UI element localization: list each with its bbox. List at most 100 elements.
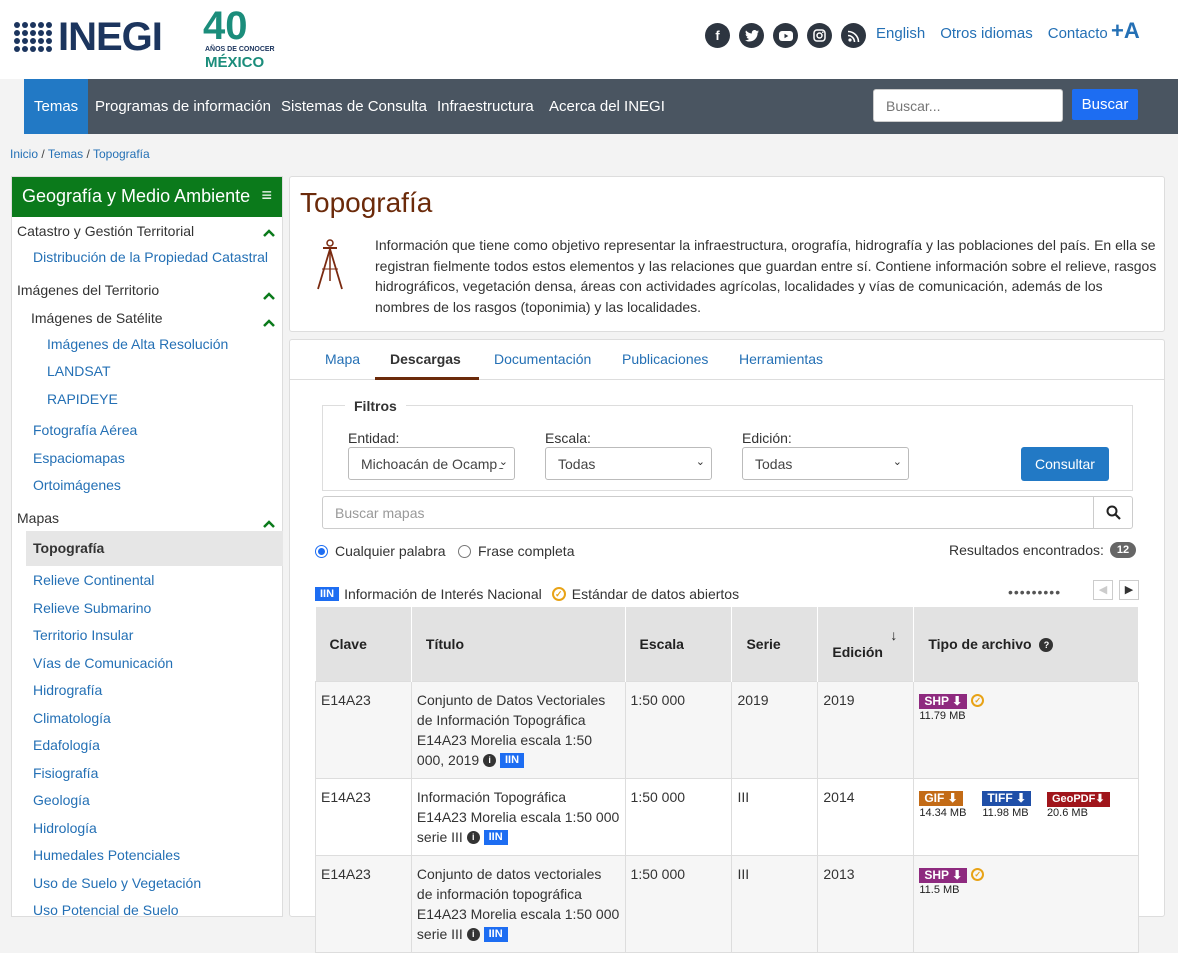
tab-active-indicator xyxy=(375,377,479,380)
sidebar-item-hidrografia[interactable]: Hidrografía xyxy=(33,682,303,698)
nav-item-temas[interactable]: Temas xyxy=(24,79,89,134)
nav-item-infraestructura[interactable]: Infraestructura xyxy=(427,79,544,134)
nav-item-sistemas[interactable]: Sistemas de Consulta xyxy=(271,79,437,134)
chevron-up-icon[interactable] xyxy=(263,314,275,332)
tab-descargas[interactable]: Descargas xyxy=(390,351,461,367)
file-download-shp[interactable]: SHP ⬇ ✓ 11.5 MB xyxy=(919,864,985,896)
chevron-up-icon[interactable] xyxy=(263,515,275,533)
sidebar-item-geologia[interactable]: Geología xyxy=(33,792,303,808)
table-row[interactable]: E14A23 Conjunto de Datos Vectoriales de … xyxy=(315,680,1139,779)
tab-publicaciones[interactable]: Publicaciones xyxy=(622,351,708,367)
file-size: 11.98 MB xyxy=(982,806,1029,819)
shp-badge[interactable]: SHP ⬇ xyxy=(919,867,968,883)
sidebar-item-relieve-continental[interactable]: Relieve Continental xyxy=(33,572,303,588)
radio-off-icon xyxy=(458,544,471,558)
file-download-tiff[interactable]: TIFF ⬇ 11.98 MB xyxy=(982,787,1032,819)
map-search-button[interactable] xyxy=(1093,496,1133,529)
consultar-button[interactable]: Consultar xyxy=(1021,447,1109,481)
breadcrumb-topografia[interactable]: Topografía xyxy=(93,147,150,161)
sidebar-item-alta-resolucion[interactable]: Imágenes de Alta Resolución xyxy=(47,336,317,352)
cell-edicion: 2019 xyxy=(817,680,915,779)
intro-description: Información que tiene como objetivo repr… xyxy=(375,237,1157,315)
sidebar-item-humedales[interactable]: Humedales Potenciales xyxy=(33,847,303,863)
breadcrumb-temas[interactable]: Temas xyxy=(48,147,83,161)
pager-prev-button[interactable]: ◀ xyxy=(1093,580,1113,600)
file-download-gif[interactable]: GIF ⬇ 14.34 MB xyxy=(919,787,966,819)
info-icon[interactable]: i xyxy=(466,928,480,942)
table-row[interactable]: E14A23 Información Topográfica E14A23 Mo… xyxy=(315,777,1139,856)
search-button[interactable]: Buscar xyxy=(1072,89,1138,120)
sidebar-item-ortoimagenes[interactable]: Ortoimágenes xyxy=(33,477,303,493)
sidebar-item-territorio-insular[interactable]: Territorio Insular xyxy=(33,627,303,643)
sidebar-item-climatologia[interactable]: Climatología xyxy=(33,710,303,726)
youtube-icon[interactable] xyxy=(773,23,798,48)
entidad-select[interactable]: Michoacán de Ocampo ⌄ xyxy=(348,447,515,480)
edicion-select[interactable]: Todas ⌄ xyxy=(742,447,909,480)
sidebar-item-uso-potencial[interactable]: Uso Potencial de Suelo xyxy=(33,902,303,918)
chevron-up-icon[interactable] xyxy=(263,287,275,305)
geopdf-badge[interactable]: GeoPDF⬇ xyxy=(1046,791,1110,807)
info-icon[interactable]: i xyxy=(483,754,497,768)
sidebar-item-hidrologia[interactable]: Hidrología xyxy=(33,820,303,836)
th-serie[interactable]: Serie xyxy=(731,607,819,681)
help-icon[interactable]: ? xyxy=(1039,637,1054,652)
nav-item-acerca[interactable]: Acerca del INEGI xyxy=(539,79,675,134)
search-input[interactable] xyxy=(873,89,1063,122)
sidebar-item-landsat[interactable]: LANDSAT xyxy=(47,363,317,379)
english-link[interactable]: English xyxy=(876,25,925,42)
breadcrumb-inicio[interactable]: Inicio xyxy=(10,147,38,161)
sidebar-item-edafologia[interactable]: Edafología xyxy=(33,737,303,753)
font-size-toggle[interactable]: +A xyxy=(1111,18,1140,44)
sidebar-item-uso-suelo[interactable]: Uso de Suelo y Vegetación xyxy=(33,875,303,891)
legend-row: IIN Información de Interés Nacional ✓ Es… xyxy=(315,586,739,602)
sidebar-item-espaciomapas[interactable]: Espaciomapas xyxy=(33,450,303,466)
sidebar-item-fisiografia[interactable]: Fisiografía xyxy=(33,765,303,781)
radio-any-word[interactable]: Cualquier palabra xyxy=(315,543,446,559)
table-row[interactable]: E14A23 Conjunto de datos vectoriales de … xyxy=(315,854,1139,953)
rss-icon[interactable] xyxy=(841,23,866,48)
th-titulo[interactable]: Título xyxy=(411,607,626,681)
tab-herramientas[interactable]: Herramientas xyxy=(739,351,823,367)
instagram-icon[interactable] xyxy=(807,23,832,48)
file-download-shp[interactable]: SHP ⬇ ✓ 11.79 MB xyxy=(919,690,985,722)
tab-documentacion[interactable]: Documentación xyxy=(494,351,591,367)
sidebar-item-relieve-submarino[interactable]: Relieve Submarino xyxy=(33,600,303,616)
th-edicion[interactable]: Edición ↓ xyxy=(817,607,915,681)
chevron-up-icon[interactable] xyxy=(263,224,275,242)
top-header: INEGI 40 AÑOS DE CONOCER MÉXICO f Englis… xyxy=(0,0,1178,79)
th-tipo-archivo[interactable]: Tipo de archivo ? xyxy=(913,607,1139,681)
info-icon[interactable]: i xyxy=(466,831,480,845)
tiff-badge[interactable]: TIFF ⬇ xyxy=(982,790,1032,806)
facebook-icon[interactable]: f xyxy=(705,23,730,48)
sidebar-item-distribucion[interactable]: Distribución de la Propiedad Catastral xyxy=(33,249,303,265)
gif-badge[interactable]: GIF ⬇ xyxy=(919,790,963,806)
tab-mapa[interactable]: Mapa xyxy=(325,351,360,367)
sidebar-item-topografia-active[interactable]: Topografía xyxy=(33,540,303,556)
sidebar-section-imagenes[interactable]: Imágenes del Territorio xyxy=(17,282,287,298)
sidebar-item-fotografia[interactable]: Fotografía Aérea xyxy=(33,422,303,438)
cell-escala: 1:50 000 xyxy=(624,777,733,856)
cell-titulo: Conjunto de datos vectoriales de informa… xyxy=(410,854,626,953)
nav-item-programas[interactable]: Programas de información xyxy=(85,79,281,134)
other-languages-link[interactable]: Otros idiomas xyxy=(940,25,1033,42)
sidebar-section-mapas[interactable]: Mapas xyxy=(17,510,287,526)
sidebar-subsection-satelite[interactable]: Imágenes de Satélite xyxy=(31,310,301,326)
cell-files: GIF ⬇ 14.34 MB TIFF ⬇ 11.98 MB GeoPDF⬇ 2… xyxy=(913,777,1139,856)
escala-select[interactable]: Todas ⌄ xyxy=(545,447,712,480)
sidebar-section-catastro[interactable]: Catastro y Gestión Territorial xyxy=(17,223,287,239)
twitter-icon[interactable] xyxy=(739,23,764,48)
radio-full-phrase[interactable]: Frase completa xyxy=(458,543,574,559)
sidebar-item-vias[interactable]: Vías de Comunicación xyxy=(33,655,303,671)
inegi-logo[interactable]: INEGI xyxy=(14,17,163,57)
anniversary-logo: 40 AÑOS DE CONOCER MÉXICO xyxy=(203,6,275,71)
file-download-geopdf[interactable]: GeoPDF⬇ 20.6 MB xyxy=(1046,787,1110,819)
sidebar-item-rapideye[interactable]: RAPIDEYE xyxy=(47,391,317,407)
th-escala[interactable]: Escala xyxy=(625,607,733,681)
map-search-input[interactable]: Buscar mapas xyxy=(322,496,1094,529)
pager-next-button[interactable]: ▶ xyxy=(1119,580,1139,600)
edicion-label: Edición: xyxy=(742,430,792,446)
menu-icon[interactable]: ≡ xyxy=(261,185,272,206)
th-clave[interactable]: Clave xyxy=(315,607,412,681)
contact-link[interactable]: Contacto xyxy=(1048,25,1108,42)
shp-badge[interactable]: SHP ⬇ xyxy=(919,693,968,709)
